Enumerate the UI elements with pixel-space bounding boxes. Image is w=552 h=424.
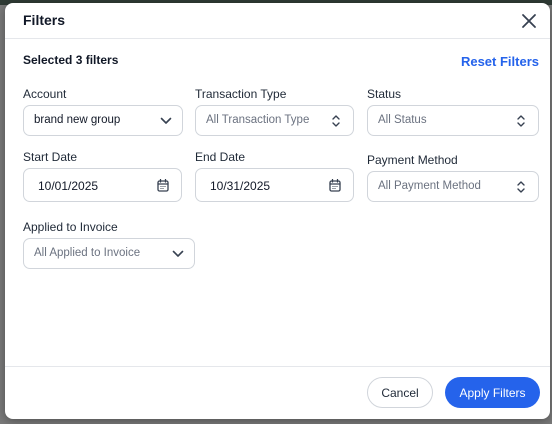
- start-date-label: Start Date: [23, 150, 78, 164]
- calendar-icon[interactable]: [329, 179, 341, 192]
- payment-method-label: Payment Method: [367, 153, 458, 167]
- transaction-type-placeholder: All Transaction Type: [206, 114, 310, 126]
- chevron-up-down-icon: [517, 115, 525, 127]
- payment-method-select[interactable]: All Payment Method: [367, 171, 539, 202]
- account-label: Account: [23, 87, 67, 101]
- chevron-up-down-icon: [332, 115, 340, 127]
- applied-to-invoice-select[interactable]: All Applied to Invoice: [23, 238, 195, 269]
- payment-method-placeholder: All Payment Method: [378, 180, 481, 192]
- filters-modal: Filters Selected 3 filters Reset Filters…: [5, 3, 550, 419]
- modal-title: Filters: [23, 12, 66, 28]
- start-date-value: 10/01/2025: [38, 179, 99, 193]
- apply-filters-button[interactable]: Apply Filters: [445, 377, 540, 408]
- account-value: brand new group: [34, 114, 121, 126]
- cancel-button[interactable]: Cancel: [367, 377, 433, 408]
- status-placeholder: All Status: [378, 114, 427, 126]
- modal-header: Filters: [5, 3, 550, 39]
- close-icon: [522, 14, 536, 28]
- chevron-up-down-icon: [517, 181, 525, 193]
- modal-footer: Cancel Apply Filters: [5, 366, 550, 419]
- account-select[interactable]: brand new group: [23, 105, 183, 136]
- transaction-type-select[interactable]: All Transaction Type: [195, 105, 354, 136]
- transaction-type-label: Transaction Type: [195, 87, 287, 101]
- reset-filters-link[interactable]: Reset Filters: [461, 54, 539, 69]
- applied-to-invoice-placeholder: All Applied to Invoice: [34, 247, 141, 259]
- end-date-input[interactable]: 10/31/2025: [195, 168, 354, 202]
- status-select[interactable]: All Status: [367, 105, 539, 136]
- start-date-input[interactable]: 10/01/2025: [23, 168, 182, 202]
- end-date-label: End Date: [195, 150, 246, 164]
- end-date-value: 10/31/2025: [210, 179, 271, 193]
- selected-filters-count: Selected 3 filters: [23, 53, 119, 67]
- status-label: Status: [367, 87, 402, 101]
- applied-to-invoice-label: Applied to Invoice: [23, 220, 118, 234]
- calendar-icon[interactable]: [157, 179, 169, 192]
- chevron-down-icon: [160, 117, 172, 124]
- chevron-down-icon: [172, 250, 184, 257]
- close-button[interactable]: [519, 11, 539, 31]
